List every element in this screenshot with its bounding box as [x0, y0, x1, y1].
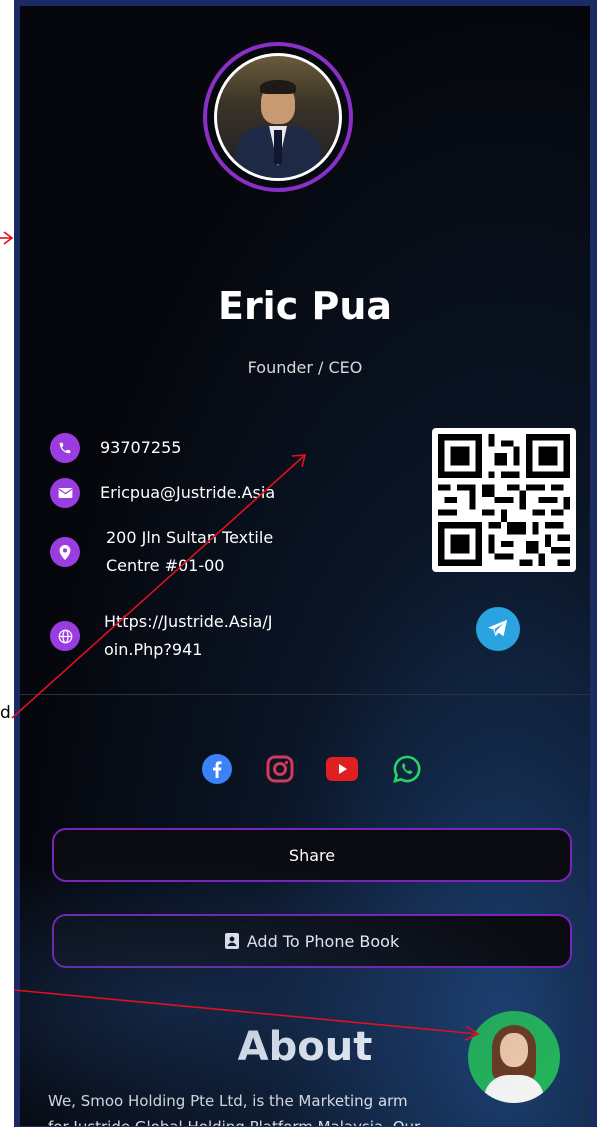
- address-line-2: Centre #01-00: [106, 556, 225, 575]
- profile-avatar: [203, 42, 353, 192]
- annotation-text: d: [0, 703, 11, 723]
- location-icon: [50, 537, 80, 567]
- email-address: Ericpua@Justride.Asia: [100, 483, 276, 502]
- phone-icon: [50, 433, 80, 463]
- add-to-phone-book-label: Add To Phone Book: [246, 931, 400, 951]
- globe-icon: [50, 621, 80, 651]
- telegram-icon[interactable]: [476, 607, 520, 651]
- contact-book-icon: [224, 933, 239, 949]
- about-text-line-2: for Justride Global Holding Platform Mal…: [48, 1118, 588, 1126]
- profile-name: Eric Pua: [217, 284, 393, 328]
- profile-photo: [214, 53, 342, 181]
- address-line-1: 200 Jln Sultan Textile: [106, 528, 274, 547]
- contact-email[interactable]: Ericpua@Justride.Asia: [50, 478, 275, 508]
- youtube-icon[interactable]: [325, 752, 359, 786]
- contact-website[interactable]: Https://Justride.Asia/J oin.Php?941: [50, 608, 272, 664]
- email-icon: [50, 478, 80, 508]
- whatsapp-icon[interactable]: [390, 752, 424, 786]
- facebook-icon[interactable]: [200, 752, 234, 786]
- share-button[interactable]: Share: [52, 828, 572, 882]
- section-divider: [20, 694, 590, 695]
- phone-number: 93707255: [100, 438, 182, 457]
- website-line-2: oin.Php?941: [104, 640, 203, 659]
- arrow-head-left-top: [3, 231, 14, 245]
- chat-assistant-avatar[interactable]: [468, 1011, 560, 1103]
- contact-phone[interactable]: 93707255: [50, 433, 181, 463]
- profile-role: Founder / CEO: [247, 358, 363, 377]
- website-line-1: Https://Justride.Asia/J: [104, 612, 273, 631]
- contact-address[interactable]: 200 Jln Sultan Textile Centre #01-00: [50, 524, 273, 580]
- profile-card: Eric Pua Founder / CEO 93707255 Ericpua@…: [20, 6, 590, 1126]
- add-to-phone-book-button[interactable]: Add To Phone Book: [52, 914, 572, 968]
- instagram-icon[interactable]: [263, 752, 297, 786]
- share-button-label: Share: [288, 845, 336, 865]
- qr-code[interactable]: [432, 428, 576, 572]
